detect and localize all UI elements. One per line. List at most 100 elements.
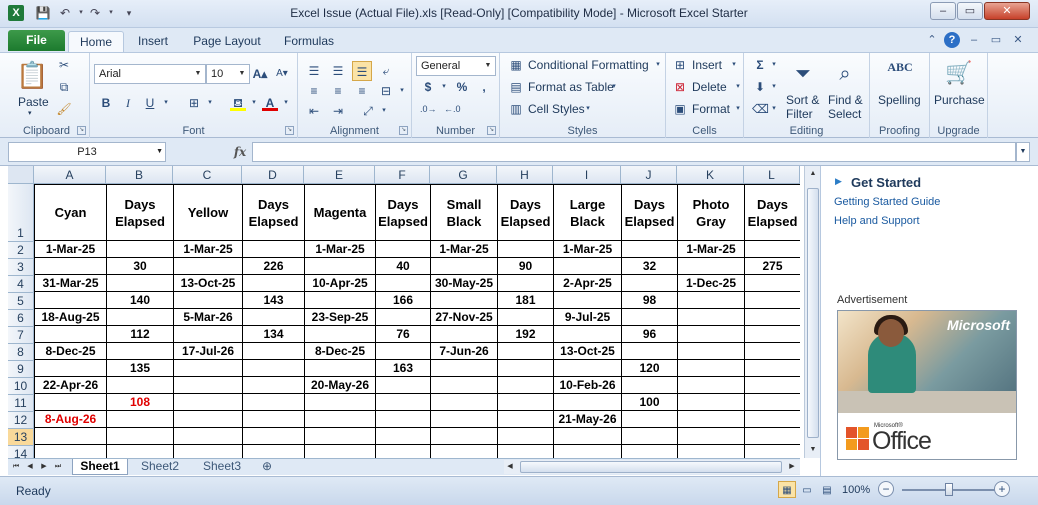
scroll-down-icon[interactable]: ▼: [805, 442, 821, 458]
cell[interactable]: [677, 393, 745, 411]
column-title-cell[interactable]: Yellow: [173, 184, 243, 241]
cell[interactable]: [106, 342, 174, 360]
cell[interactable]: 1-Mar-25: [553, 240, 622, 258]
font-name-select[interactable]: Arial ▼: [94, 64, 206, 84]
cell[interactable]: [677, 359, 745, 377]
cell[interactable]: [744, 410, 800, 428]
column-header[interactable]: A: [34, 166, 106, 184]
cell[interactable]: [34, 257, 107, 275]
zoom-in-icon[interactable]: +: [994, 481, 1010, 497]
row-header[interactable]: 8: [8, 344, 34, 361]
grow-font-icon[interactable]: A▴: [252, 66, 268, 82]
cell[interactable]: 9-Jul-25: [553, 308, 622, 326]
sort-filter-label[interactable]: Sort &: [786, 93, 819, 107]
cell[interactable]: [375, 376, 431, 394]
sheet-tab-2[interactable]: Sheet2: [132, 459, 188, 475]
column-title-cell[interactable]: Small Black: [430, 184, 498, 241]
borders-dropdown-icon[interactable]: ▾: [202, 95, 218, 111]
font-size-dropdown-icon[interactable]: ▼: [235, 65, 249, 83]
cell[interactable]: [242, 308, 305, 326]
cell[interactable]: [242, 427, 305, 445]
tab-home[interactable]: Home: [68, 31, 124, 52]
cell[interactable]: [553, 444, 622, 458]
cell[interactable]: 275: [744, 257, 800, 275]
cell[interactable]: [375, 427, 431, 445]
align-bottom-icon[interactable]: ☰: [352, 61, 372, 81]
restore-button[interactable]: ▭: [957, 2, 983, 20]
sheet-tab-3[interactable]: Sheet3: [194, 459, 250, 475]
last-sheet-icon[interactable]: ⏭: [52, 460, 64, 474]
column-header[interactable]: G: [430, 166, 497, 184]
cell[interactable]: 120: [621, 359, 678, 377]
cell[interactable]: [430, 427, 498, 445]
bold-button[interactable]: B: [98, 95, 114, 111]
cell-styles-dropdown-icon[interactable]: ▾: [580, 101, 596, 117]
cell[interactable]: [106, 240, 174, 258]
column-title-cell[interactable]: Days Elapsed: [497, 184, 554, 241]
format-as-table-dropdown-icon[interactable]: ▾: [606, 79, 622, 95]
column-header[interactable]: L: [744, 166, 800, 184]
align-right-icon[interactable]: ≡: [354, 83, 370, 99]
scroll-up-icon[interactable]: ▲: [805, 166, 821, 182]
cell[interactable]: 143: [242, 291, 305, 309]
cell[interactable]: [173, 359, 243, 377]
cell[interactable]: 1-Mar-25: [34, 240, 107, 258]
row-header[interactable]: 12: [8, 412, 34, 429]
cell[interactable]: [677, 257, 745, 275]
cell[interactable]: [375, 393, 431, 411]
close-button[interactable]: ✕: [984, 2, 1030, 20]
cell[interactable]: 8-Dec-25: [304, 342, 376, 360]
format-cells-button[interactable]: Format: [692, 102, 730, 116]
cell[interactable]: 10-Apr-25: [304, 274, 376, 292]
cell[interactable]: [34, 393, 107, 411]
cell[interactable]: 1-Mar-25: [173, 240, 243, 258]
cell[interactable]: [375, 240, 431, 258]
clear-dropdown-icon[interactable]: ▾: [766, 101, 782, 117]
purchase-button[interactable]: Purchase: [934, 93, 985, 107]
cell[interactable]: [106, 376, 174, 394]
number-format-select[interactable]: General ▼: [416, 56, 496, 76]
cell[interactable]: [744, 444, 800, 458]
cell[interactable]: 166: [375, 291, 431, 309]
decrease-decimal-icon[interactable]: ←.0: [444, 101, 461, 117]
cell[interactable]: [744, 342, 800, 360]
cell[interactable]: [497, 240, 554, 258]
fill-color-icon[interactable]: ⛾: [230, 95, 246, 111]
cell[interactable]: 140: [106, 291, 174, 309]
cell[interactable]: 21-May-26: [553, 410, 622, 428]
cell[interactable]: [242, 444, 305, 458]
increase-decimal-icon[interactable]: .0→: [420, 101, 437, 117]
cell[interactable]: 31-Mar-25: [34, 274, 107, 292]
cell[interactable]: [621, 342, 678, 360]
cell[interactable]: [744, 376, 800, 394]
cell[interactable]: [497, 308, 554, 326]
paste-icon[interactable]: 📋: [16, 57, 48, 93]
cell[interactable]: 8-Aug-26: [34, 410, 107, 428]
cell[interactable]: [375, 444, 431, 458]
expand-formula-bar-icon[interactable]: ▼: [1016, 142, 1030, 162]
column-title-cell[interactable]: Days Elapsed: [242, 184, 305, 241]
row-header[interactable]: 1: [8, 184, 34, 242]
cell[interactable]: 17-Jul-26: [173, 342, 243, 360]
cell[interactable]: 90: [497, 257, 554, 275]
percent-button[interactable]: %: [454, 79, 470, 95]
cell[interactable]: [621, 240, 678, 258]
cell[interactable]: [677, 308, 745, 326]
align-left-icon[interactable]: ≡: [306, 83, 322, 99]
find-select-label[interactable]: Find &: [828, 93, 863, 107]
column-header[interactable]: E: [304, 166, 375, 184]
cell[interactable]: 134: [242, 325, 305, 343]
fill-color-dropdown-icon[interactable]: ▾: [246, 95, 262, 111]
cell[interactable]: 98: [621, 291, 678, 309]
cell[interactable]: [430, 291, 498, 309]
cell[interactable]: [553, 393, 622, 411]
cell[interactable]: 23-Sep-25: [304, 308, 376, 326]
cell[interactable]: [430, 410, 498, 428]
conditional-formatting-dropdown-icon[interactable]: ▾: [650, 57, 666, 73]
horizontal-scrollbar[interactable]: ◀ ▶: [504, 460, 800, 474]
cell[interactable]: [242, 240, 305, 258]
row-header[interactable]: 4: [8, 276, 34, 293]
paste-dropdown-icon[interactable]: ▾: [28, 109, 32, 117]
vertical-scrollbar[interactable]: ▲ ▼: [804, 166, 820, 458]
cell[interactable]: [497, 427, 554, 445]
